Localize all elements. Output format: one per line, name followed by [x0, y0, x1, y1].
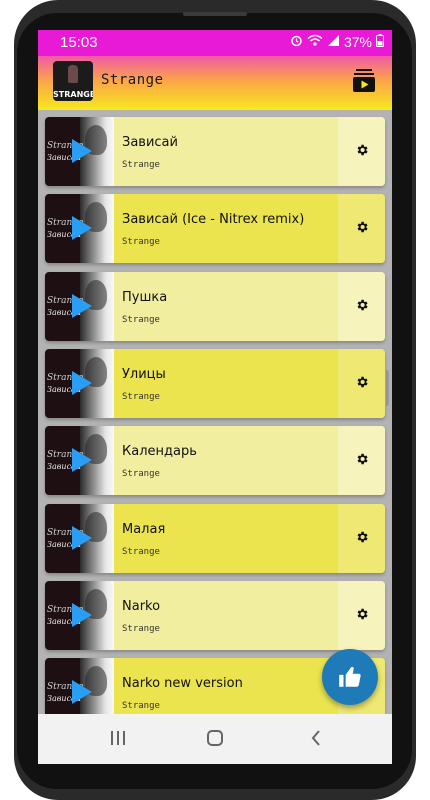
alarm-icon [290, 34, 303, 50]
battery-percent: 37% [343, 34, 372, 50]
home-icon[interactable] [206, 729, 224, 751]
track-artist: Strange [122, 314, 160, 325]
thumbs-up-icon [339, 666, 361, 687]
play-icon[interactable] [72, 525, 92, 550]
play-icon[interactable] [72, 602, 92, 627]
app-bar: STRANGE Strange [38, 56, 392, 110]
track-info[interactable]: Календарь Strange [114, 426, 338, 495]
track-title: Календарь [122, 444, 197, 460]
track-title: Зависай [122, 135, 178, 150]
play-icon[interactable] [72, 448, 92, 473]
gear-icon [355, 297, 369, 316]
app-logo: STRANGE [53, 61, 93, 101]
track-artist: Strange [122, 469, 160, 480]
play-icon[interactable] [72, 216, 92, 241]
track-title: Малая [122, 521, 166, 537]
track-thumbnail[interactable]: Strange Зависай [45, 271, 114, 341]
track-info[interactable]: Narko Strange [114, 581, 338, 650]
play-icon[interactable] [72, 139, 92, 163]
track-artist: Strange [122, 623, 160, 634]
recents-icon[interactable] [110, 729, 126, 751]
track-settings-button[interactable] [338, 117, 385, 186]
track-title: Улицы [122, 366, 166, 382]
track-thumbnail[interactable]: Strange Зависай [45, 426, 114, 496]
track-artist: Strange [122, 391, 160, 402]
track-card[interactable]: Strange Зависай Зависай (Ice - Nitrex remi… [45, 194, 385, 264]
track-artist: Strange [122, 701, 160, 712]
gear-icon [355, 374, 369, 393]
play-icon[interactable] [72, 370, 92, 395]
back-icon[interactable] [310, 729, 322, 751]
track-card[interactable]: Strange Зависай Календарь Strange [45, 426, 385, 496]
scroll-indicator[interactable] [386, 370, 389, 406]
track-artist: Strange [122, 546, 160, 557]
track-info[interactable]: Зависай Strange [114, 117, 338, 186]
track-title: Narko new version [122, 676, 243, 692]
status-time: 15:03 [60, 34, 98, 51]
play-icon[interactable] [72, 293, 92, 318]
track-thumbnail[interactable]: Strange Зависай [45, 348, 114, 418]
track-title: Зависай (Ice - Nitrex remix) [122, 212, 305, 228]
signal-icon [327, 34, 340, 50]
track-card[interactable]: Strange Зависай Малая Strange [45, 503, 385, 573]
track-settings-button[interactable] [338, 503, 385, 573]
track-info[interactable]: Улицы Strange [114, 349, 338, 418]
track-settings-button[interactable] [338, 194, 385, 264]
track-artist: Strange [122, 160, 160, 170]
track-card[interactable]: Strange Зависай Улицы Strange [45, 348, 385, 418]
system-nav-bar [38, 714, 392, 764]
logo-text: STRANGE [53, 90, 93, 99]
status-icons: 37% [290, 34, 384, 50]
track-info[interactable]: Пушка Strange [114, 272, 338, 341]
track-card[interactable]: Strange Зависай Пушка Strange [45, 271, 385, 341]
track-thumbnail[interactable]: Strange Зависай [45, 580, 114, 650]
status-bar: 15:03 37% [38, 30, 392, 56]
track-settings-button[interactable] [338, 271, 385, 341]
track-info[interactable]: Зависай (Ice - Nitrex remix) Strange [114, 194, 338, 263]
battery-icon [376, 34, 384, 50]
app-title: Strange [101, 72, 164, 88]
track-settings-button[interactable] [338, 426, 385, 496]
track-title: Narko [122, 598, 161, 614]
phone-speaker [183, 12, 247, 16]
track-card[interactable]: Strange Зависай Зависай Strange [45, 117, 385, 186]
track-thumbnail[interactable]: Strange Зависай [45, 503, 114, 573]
track-settings-button[interactable] [338, 580, 385, 650]
gear-icon [355, 606, 369, 625]
track-artist: Strange [122, 237, 160, 248]
playlist-play-icon[interactable] [352, 68, 376, 94]
gear-icon [355, 451, 369, 470]
logo-figure [68, 65, 78, 83]
track-settings-button[interactable] [338, 348, 385, 418]
play-icon[interactable] [72, 680, 92, 705]
wifi-icon [307, 34, 323, 50]
like-fab-button[interactable] [322, 649, 378, 705]
gear-icon [355, 529, 369, 548]
track-thumbnail[interactable]: Strange Зависай [45, 194, 114, 264]
screen: 15:03 37% STRANGE Strange Strange Зависа… [38, 30, 392, 764]
track-title: Пушка [122, 289, 168, 305]
gear-icon [355, 142, 369, 161]
track-thumbnail[interactable]: Strange Зависай [45, 117, 114, 186]
track-card[interactable]: Strange Зависай Narko Strange [45, 580, 385, 650]
track-info[interactable]: Малая Strange [114, 504, 338, 573]
gear-icon [355, 219, 369, 238]
